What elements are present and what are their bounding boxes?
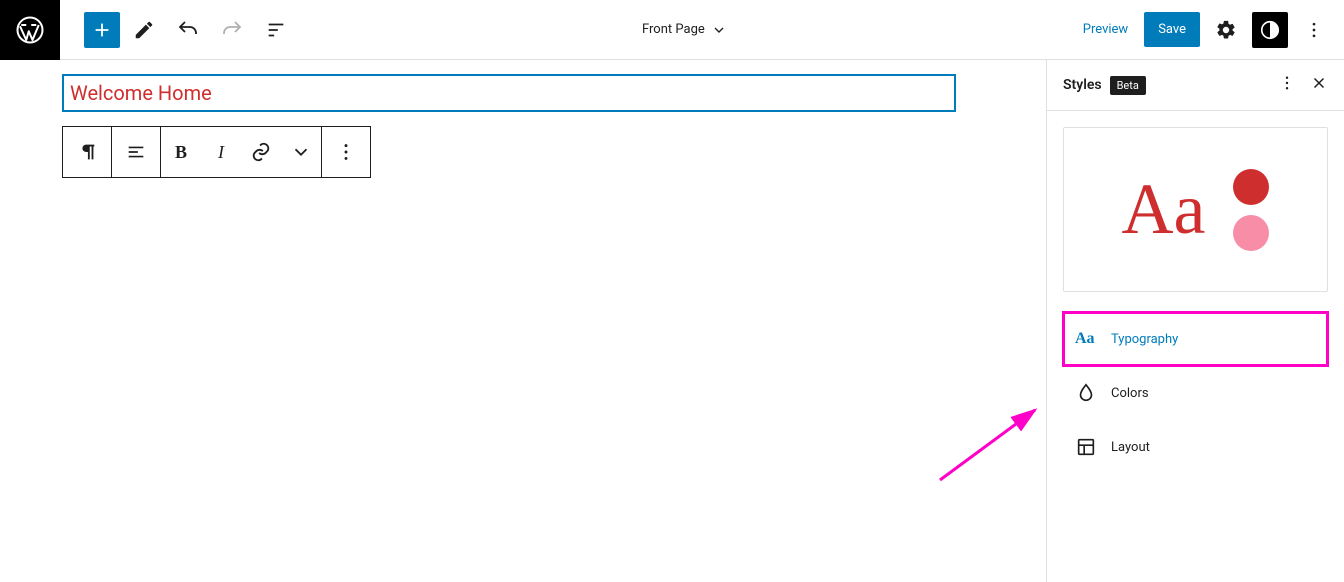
chevron-down-icon: [290, 141, 312, 163]
typography-icon: Aa: [1075, 328, 1097, 350]
more-vertical-icon: [1278, 74, 1296, 92]
sidebar-body: Aa Aa Typography Colors Layout: [1047, 111, 1344, 490]
paragraph-icon: [76, 141, 98, 163]
chevron-down-icon: [711, 22, 727, 38]
save-button[interactable]: Save: [1144, 12, 1200, 47]
plus-icon: [91, 19, 113, 41]
sidebar-item-typography[interactable]: Aa Typography: [1063, 312, 1328, 366]
sidebar-item-label: Typography: [1111, 332, 1178, 347]
color-swatch-primary: [1233, 169, 1269, 205]
add-block-button[interactable]: [84, 12, 120, 48]
undo-button[interactable]: [168, 10, 208, 50]
layout-icon: [1075, 436, 1097, 458]
undo-icon: [176, 18, 200, 42]
sidebar-title: Styles: [1063, 77, 1102, 93]
settings-button[interactable]: [1206, 10, 1246, 50]
preview-button[interactable]: Preview: [1073, 14, 1138, 45]
redo-icon: [220, 18, 244, 42]
document-title: Front Page: [642, 22, 705, 37]
list-view-button[interactable]: [256, 10, 296, 50]
editor-canvas[interactable]: Welcome Home B I: [0, 60, 1046, 582]
sidebar-item-layout[interactable]: Layout: [1063, 420, 1328, 474]
align-left-icon: [125, 141, 147, 163]
wordpress-icon: [15, 15, 45, 45]
list-view-icon: [265, 19, 287, 41]
sidebar-item-colors[interactable]: Colors: [1063, 366, 1328, 420]
redo-button[interactable]: [212, 10, 252, 50]
heading-block[interactable]: Welcome Home: [62, 74, 956, 112]
tools-button[interactable]: [124, 10, 164, 50]
link-button[interactable]: [241, 127, 281, 177]
droplet-icon: [1075, 382, 1097, 404]
more-vertical-icon: [1304, 20, 1324, 40]
sidebar-more-button[interactable]: [1278, 74, 1296, 96]
sidebar-header: Styles Beta: [1047, 60, 1344, 111]
document-title-dropdown[interactable]: Front Page: [296, 22, 1073, 38]
link-icon: [250, 141, 272, 163]
block-type-button[interactable]: [63, 127, 111, 177]
styles-panel-button[interactable]: [1252, 12, 1288, 48]
style-preview-card[interactable]: Aa: [1063, 127, 1328, 292]
beta-badge: Beta: [1110, 76, 1146, 95]
color-swatch-secondary: [1233, 215, 1269, 251]
preview-color-dots: [1233, 169, 1269, 251]
close-icon: [1310, 74, 1328, 92]
top-right-tools: Preview Save: [1073, 10, 1344, 50]
preview-letters: Aa: [1122, 168, 1206, 251]
contrast-icon: [1259, 19, 1281, 41]
options-button[interactable]: [1294, 10, 1334, 50]
style-sections-list: Aa Typography Colors Layout: [1063, 312, 1328, 474]
more-vertical-icon: [335, 141, 357, 163]
wordpress-logo-button[interactable]: [0, 0, 60, 60]
sidebar-item-label: Colors: [1111, 386, 1149, 401]
editor-body: Welcome Home B I: [0, 60, 1344, 582]
top-toolbar: Front Page Preview Save: [0, 0, 1344, 60]
align-button[interactable]: [112, 127, 160, 177]
annotation-arrow: [930, 400, 1046, 494]
block-options-button[interactable]: [322, 127, 370, 177]
sidebar-item-label: Layout: [1111, 440, 1150, 455]
pencil-icon: [133, 19, 155, 41]
document-tools: [60, 10, 296, 50]
gear-icon: [1215, 19, 1237, 41]
more-rich-text-button[interactable]: [281, 127, 321, 177]
sidebar-close-button[interactable]: [1310, 74, 1328, 96]
block-toolbar: B I: [62, 126, 996, 178]
bold-button[interactable]: B: [161, 127, 201, 177]
italic-button[interactable]: I: [201, 127, 241, 177]
styles-sidebar: Styles Beta Aa: [1046, 60, 1344, 582]
